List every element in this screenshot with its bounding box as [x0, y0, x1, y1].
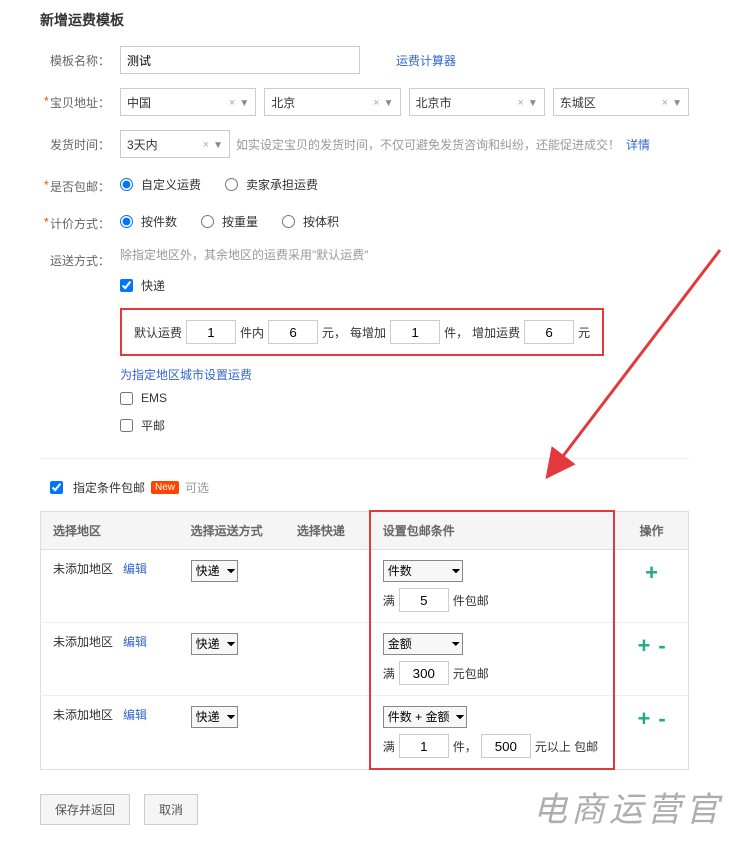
table-row: 未添加地区 编辑 快递 件数 + 金额 满 件， [41, 696, 689, 770]
add-row-button[interactable]: + [637, 706, 650, 731]
ship-time-tip: 如实设定宝贝的发货时间，不仅可避免发货咨询和纠纷，还能促进成交！ [236, 136, 620, 153]
clear-icon[interactable]: × [517, 97, 523, 109]
price-opt-weight[interactable]: 按重量 [201, 213, 258, 230]
price-opt-volume[interactable]: 按体积 [282, 213, 339, 230]
cond-type-select[interactable]: 金额 [383, 633, 463, 655]
addr-province-select[interactable]: 北京 × ▼ [264, 88, 400, 116]
addr-city-select[interactable]: 北京市 × ▼ [409, 88, 545, 116]
edit-area-link[interactable]: 编辑 [123, 635, 147, 649]
method-express-checkbox[interactable] [120, 279, 133, 292]
edit-area-link[interactable]: 编辑 [123, 562, 147, 576]
method-select[interactable]: 快递 [191, 633, 238, 655]
th-cond: 设置包邮条件 [370, 511, 614, 550]
tpl-name-label: 模板名称： [40, 46, 110, 69]
clear-icon[interactable]: × [662, 97, 668, 109]
price-radio-weight[interactable] [201, 215, 214, 228]
th-op: 操作 [614, 511, 688, 550]
add-price-input[interactable] [524, 320, 574, 344]
method-select[interactable]: 快递 [191, 706, 238, 728]
clear-icon[interactable]: × [203, 139, 209, 151]
method-ems-label: EMS [141, 391, 167, 405]
addr-province-value: 北京 [271, 94, 295, 111]
method-ems-checkbox[interactable] [120, 392, 133, 405]
chevron-down-icon: ▼ [672, 98, 682, 109]
chevron-down-icon: ▼ [239, 98, 249, 109]
area-text: 未添加地区 [53, 635, 113, 649]
table-row: 未添加地区 编辑 快递 金额 满 元包邮 [41, 623, 689, 696]
addr-label: 宝贝地址： [40, 88, 110, 111]
free-label: 是否包邮： [40, 172, 110, 195]
cond-qty-input[interactable] [399, 734, 449, 758]
method-normal-label: 平邮 [141, 417, 165, 434]
optional-label: 可选 [185, 479, 209, 496]
clear-icon[interactable]: × [229, 97, 235, 109]
method-normal-checkbox[interactable] [120, 419, 133, 432]
price-radio-count[interactable] [120, 215, 133, 228]
method-express-label: 快递 [141, 277, 165, 294]
save-button[interactable]: 保存并返回 [40, 794, 130, 825]
addr-district-select[interactable]: 东城区 × ▼ [553, 88, 689, 116]
cond-type-select[interactable]: 件数 + 金额 [383, 706, 467, 728]
remove-row-button[interactable]: - [658, 706, 665, 731]
first-price-input[interactable] [268, 320, 318, 344]
method-label: 运送方式： [40, 246, 110, 269]
method-select[interactable]: 快递 [191, 560, 238, 582]
cond-amount-input[interactable] [399, 661, 449, 685]
add-qty-input[interactable] [390, 320, 440, 344]
method-tip: 除指定地区外，其余地区的运费采用"默认运费" [120, 246, 369, 263]
area-text: 未添加地区 [53, 708, 113, 722]
price-opt-count[interactable]: 按件数 [120, 213, 177, 230]
first-qty-input[interactable] [186, 320, 236, 344]
th-method: 选择运送方式 [179, 511, 285, 550]
conditional-free-checkbox[interactable] [50, 481, 63, 494]
fee-calculator-link[interactable]: 运费计算器 [396, 52, 456, 69]
chevron-down-icon: ▼ [528, 98, 538, 109]
cond-amount-input[interactable] [481, 734, 531, 758]
free-opt-custom[interactable]: 自定义运费 [120, 176, 201, 193]
free-radio-seller[interactable] [225, 178, 238, 191]
free-opt-seller[interactable]: 卖家承担运费 [225, 176, 318, 193]
area-text: 未添加地区 [53, 562, 113, 576]
table-row: 未添加地区 编辑 快递 件数 满 件包邮 [41, 550, 689, 623]
tpl-name-input[interactable] [120, 46, 360, 74]
add-row-button[interactable]: + [645, 560, 658, 585]
addr-district-value: 东城区 [560, 94, 596, 111]
ship-time-label: 发货时间： [40, 130, 110, 153]
conditional-free-label: 指定条件包邮 [73, 479, 145, 496]
cond-type-select[interactable]: 件数 [383, 560, 463, 582]
ship-time-detail-link[interactable]: 详情 [626, 136, 650, 153]
cond-qty-input[interactable] [399, 588, 449, 612]
clear-icon[interactable]: × [373, 97, 379, 109]
addr-city-value: 北京市 [416, 94, 452, 111]
page-title: 新增运费模板 [40, 10, 689, 30]
free-radio-custom[interactable] [120, 178, 133, 191]
default-fee-highlight-box: 默认运费 件内 元， 每增加 件， 增加运费 元 [120, 308, 604, 356]
th-express: 选择快递 [285, 511, 370, 550]
conditional-free-toggle: 指定条件包邮 New 可选 [50, 479, 689, 496]
remove-row-button[interactable]: - [658, 633, 665, 658]
ship-time-select[interactable]: 3天内 × ▼ [120, 130, 230, 158]
conditional-table: 选择地区 选择运送方式 选择快递 设置包邮条件 操作 未添加地区 编辑 快递 [40, 510, 689, 770]
cancel-button[interactable]: 取消 [144, 794, 198, 825]
chevron-down-icon: ▼ [384, 98, 394, 109]
ship-time-value: 3天内 [127, 136, 158, 153]
price-radio-volume[interactable] [282, 215, 295, 228]
chevron-down-icon: ▼ [213, 140, 223, 151]
add-row-button[interactable]: + [637, 633, 650, 658]
edit-area-link[interactable]: 编辑 [123, 708, 147, 722]
price-label: 计价方式： [40, 209, 110, 232]
new-badge: New [151, 481, 179, 494]
addr-country-select[interactable]: 中国 × ▼ [120, 88, 256, 116]
addr-country-value: 中国 [127, 94, 151, 111]
th-area: 选择地区 [41, 511, 179, 550]
set-region-fee-link[interactable]: 为指定地区城市设置运费 [120, 366, 252, 383]
default-fee-label: 默认运费 [134, 324, 182, 341]
